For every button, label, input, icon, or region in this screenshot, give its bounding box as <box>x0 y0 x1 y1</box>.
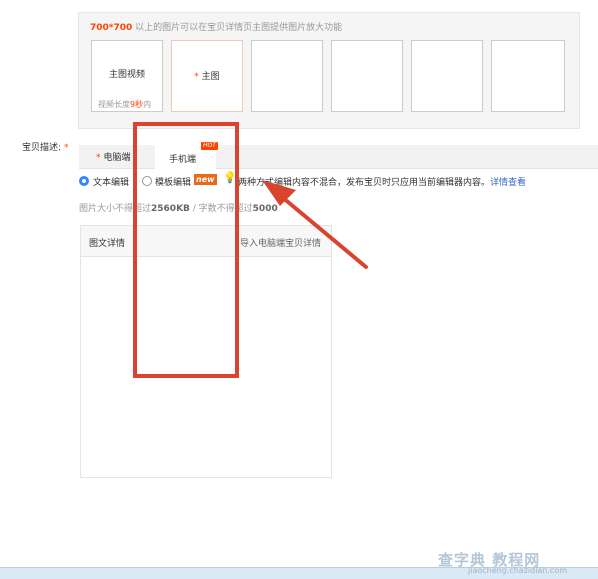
watermark-url: jiaocheng.chazidian.com <box>468 566 568 575</box>
pointer-arrow <box>262 180 368 269</box>
